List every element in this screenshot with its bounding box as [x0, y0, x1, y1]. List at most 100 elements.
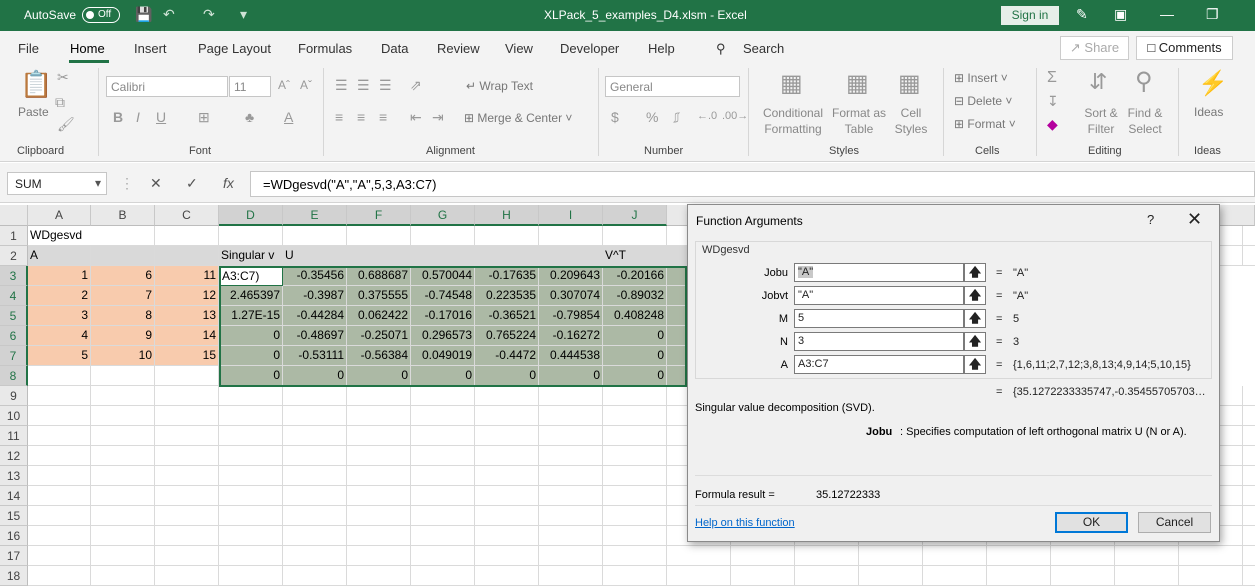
decrease-decimal-icon[interactable]: .00→	[722, 110, 748, 122]
help-icon[interactable]: ?	[1147, 212, 1154, 227]
cell-j6[interactable]: 0	[603, 326, 667, 346]
cell-a7[interactable]: 5	[28, 346, 91, 366]
close-icon[interactable]: ✕	[1187, 209, 1202, 230]
cell-j5[interactable]: 0.408248	[603, 306, 667, 326]
ribbon-display-icon[interactable]: ▣	[1114, 6, 1127, 23]
row-header[interactable]: 11	[0, 426, 28, 446]
row-header[interactable]: 1	[0, 226, 28, 246]
tab-page-layout[interactable]: Page Layout	[198, 41, 271, 56]
cell-b8[interactable]	[91, 366, 155, 386]
cell-d4[interactable]: 2.465397	[219, 286, 283, 306]
clear-icon[interactable]: ◆	[1047, 116, 1058, 133]
cell-c2[interactable]	[155, 246, 219, 266]
cell-a1[interactable]: WDgesvd	[28, 226, 91, 246]
cell-g8[interactable]: 0	[411, 366, 475, 386]
cell-e6[interactable]: -0.48697	[283, 326, 347, 346]
chevron-down-icon[interactable]: ▾	[95, 176, 101, 190]
cell-i6[interactable]: -0.16272	[539, 326, 603, 346]
cell-f6[interactable]: -0.25071	[347, 326, 411, 346]
format-cells-button[interactable]: ⊞ Format ˅	[954, 117, 1016, 131]
orientation-icon[interactable]: ⇗	[410, 77, 422, 94]
cell-d3-editing[interactable]: A3:C7)	[219, 266, 283, 286]
enter-icon[interactable]: ✓	[186, 175, 198, 192]
ok-button[interactable]: OK	[1055, 512, 1128, 533]
cell-d5[interactable]: 1.27E-15	[219, 306, 283, 326]
cell-i3[interactable]: 0.209643	[539, 266, 603, 286]
find-select-label[interactable]: Find & Select	[1122, 105, 1168, 137]
sort-filter-icon[interactable]: ⇵	[1089, 69, 1107, 95]
row-header[interactable]: 12	[0, 446, 28, 466]
row-header[interactable]: 5	[0, 306, 28, 326]
paste-icon[interactable]: 📋	[20, 69, 52, 100]
row-header[interactable]: 18	[0, 566, 28, 586]
row-header[interactable]: 16	[0, 526, 28, 546]
arg-input-jobu[interactable]: "A"	[794, 263, 964, 282]
cell-i8[interactable]: 0	[539, 366, 603, 386]
save-icon[interactable]: 💾	[135, 6, 152, 23]
cell-a2[interactable]: A	[28, 246, 91, 266]
collapse-dialog-icon[interactable]: 🡅	[964, 286, 986, 305]
number-format-combo[interactable]: General	[605, 76, 740, 97]
percent-style-icon[interactable]: %	[646, 109, 658, 125]
cell-h3[interactable]: -0.17635	[475, 266, 539, 286]
cell-h7[interactable]: -0.4472	[475, 346, 539, 366]
cell-e3[interactable]: -0.35456	[283, 266, 347, 286]
cell-a4[interactable]: 2	[28, 286, 91, 306]
cell-a5[interactable]: 3	[28, 306, 91, 326]
insert-function-icon[interactable]: fx	[223, 175, 234, 191]
column-header[interactable]: D	[219, 205, 283, 226]
fill-color-icon[interactable]: ♣	[245, 109, 254, 125]
restore-icon[interactable]: ❐	[1206, 6, 1219, 23]
find-select-icon[interactable]: ⚲	[1135, 67, 1153, 96]
cell-c5[interactable]: 13	[155, 306, 219, 326]
sign-in-button[interactable]: Sign in	[1001, 6, 1059, 25]
row-header[interactable]: 10	[0, 406, 28, 426]
column-header[interactable]: B	[91, 205, 155, 226]
cell-b5[interactable]: 8	[91, 306, 155, 326]
cell-f8[interactable]: 0	[347, 366, 411, 386]
row-header[interactable]: 8	[0, 366, 28, 386]
cell-i7[interactable]: 0.444538	[539, 346, 603, 366]
comma-style-icon[interactable]: ⎎	[673, 109, 680, 126]
ideas-icon[interactable]: ⚡	[1198, 69, 1228, 98]
cell-h6[interactable]: 0.765224	[475, 326, 539, 346]
collapse-dialog-icon[interactable]: 🡅	[964, 309, 986, 328]
shrink-font-icon[interactable]: Aˇ	[300, 78, 312, 92]
tab-formulas[interactable]: Formulas	[298, 41, 352, 56]
tab-view[interactable]: View	[505, 41, 533, 56]
search-icon[interactable]: ⚲	[716, 41, 726, 57]
cell-g5[interactable]: -0.17016	[411, 306, 475, 326]
column-header[interactable]: F	[347, 205, 411, 226]
font-name-combo[interactable]: Calibri	[106, 76, 228, 97]
tab-developer[interactable]: Developer	[560, 41, 619, 56]
column-header[interactable]: H	[475, 205, 539, 226]
cell-c7[interactable]: 15	[155, 346, 219, 366]
name-box[interactable]: SUM ▾	[7, 172, 107, 195]
increase-indent-icon[interactable]: ⇥	[432, 109, 444, 126]
share-button[interactable]: ↗ Share	[1060, 36, 1129, 60]
arg-input-a[interactable]: A3:C7	[794, 355, 964, 374]
cell-h4[interactable]: 0.223535	[475, 286, 539, 306]
cell-k8[interactable]	[667, 366, 687, 386]
tab-data[interactable]: Data	[381, 41, 408, 56]
cell-b6[interactable]: 9	[91, 326, 155, 346]
cell-g3[interactable]: 0.570044	[411, 266, 475, 286]
cell-k4[interactable]	[667, 286, 687, 306]
cell-k7[interactable]	[667, 346, 687, 366]
row-header[interactable]: 6	[0, 326, 28, 346]
insert-cells-button[interactable]: ⊞ Insert ˅	[954, 71, 1008, 85]
redo-icon[interactable]: ↷	[203, 6, 215, 23]
column-header[interactable]: I	[539, 205, 603, 226]
row-header[interactable]: 14	[0, 486, 28, 506]
font-color-icon[interactable]: A	[284, 109, 293, 125]
column-header[interactable]: J	[603, 205, 667, 226]
fill-icon[interactable]: ↧	[1047, 93, 1059, 110]
format-as-table-icon[interactable]: ▦	[846, 69, 869, 98]
format-as-table-label[interactable]: Format as Table	[829, 105, 889, 137]
cell-f3[interactable]: 0.688687	[347, 266, 411, 286]
pen-icon[interactable]: ✎	[1076, 6, 1088, 23]
select-all-corner[interactable]	[0, 205, 28, 226]
delete-cells-button[interactable]: ⊟ Delete ˅	[954, 94, 1012, 108]
cell-a6[interactable]: 4	[28, 326, 91, 346]
wrap-text-button[interactable]: ↵ Wrap Text	[466, 79, 533, 93]
